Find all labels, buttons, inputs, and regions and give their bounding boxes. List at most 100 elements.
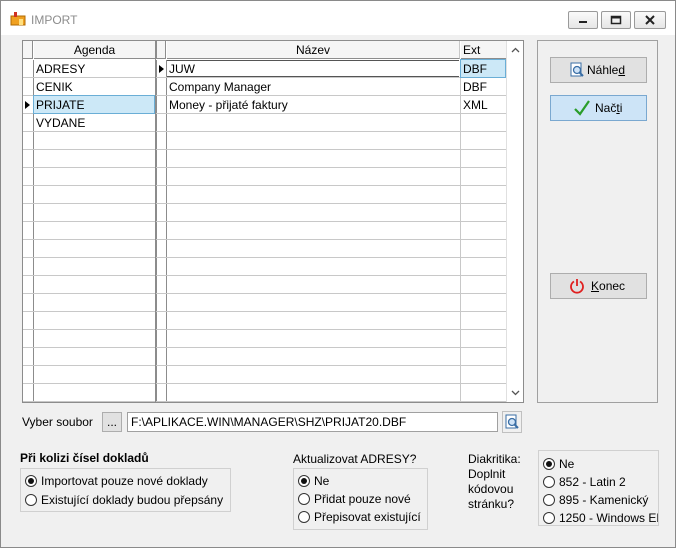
radio-dot[interactable] <box>298 493 310 505</box>
update-addresses-option-label: Ne <box>314 474 330 488</box>
radio-dot[interactable] <box>543 512 555 524</box>
diacritics-options: Ne 852 - Latin 2 895 - Kamenický 1250 - Win… <box>538 450 659 526</box>
radio-dot[interactable] <box>543 494 555 506</box>
maximize-button[interactable] <box>601 11 631 29</box>
load-label-rest: i <box>619 101 623 115</box>
row-divider <box>156 311 506 312</box>
agenda-row[interactable]: PRIJATE <box>33 95 155 114</box>
collision-options: Importovat pouze nové doklady Existující … <box>20 468 231 512</box>
agenda-row[interactable]: ADRESY <box>34 60 154 77</box>
update-addresses-options: Ne Přidat pouze nové Přepisovat existující <box>293 468 428 530</box>
file-preview-button[interactable] <box>502 411 522 433</box>
format-name-cell: JUW <box>167 60 459 77</box>
diacritics-label-line: Doplnit <box>468 467 506 481</box>
scroll-down-icon[interactable] <box>510 387 521 398</box>
maximize-icon <box>610 15 622 25</box>
action-panel: Náhled Načti Konec <box>537 40 658 403</box>
diacritics-label-line: stránku? <box>468 497 515 511</box>
format-grid[interactable]: Název Ext JUW DBF Company Manager DBF Money … <box>156 40 524 403</box>
end-label: onec <box>599 279 626 293</box>
grid-separator <box>156 60 157 402</box>
collision-option-label: Existující doklady budou přepsány <box>41 493 224 507</box>
preview-hotkey: d <box>618 63 626 77</box>
format-name-cell: Company Manager <box>169 80 272 94</box>
format-row[interactable]: Company Manager DBF <box>167 78 506 95</box>
update-addresses-option-label: Přidat pouze nové <box>314 492 411 506</box>
file-label: Vyber soubor <box>22 415 93 429</box>
preview-label: Náhle <box>587 63 619 77</box>
radio-dot[interactable] <box>25 475 37 487</box>
row-divider <box>23 383 155 384</box>
scroll-up-icon[interactable] <box>510 45 521 56</box>
format-ext-cell: DBF <box>460 59 506 78</box>
collision-option-label: Importovat pouze nové doklady <box>41 474 208 488</box>
load-label: Nač <box>595 101 617 115</box>
agenda-rows: ADRESY CENIK PRIJATE VYDANE <box>23 60 155 402</box>
radio-dot[interactable] <box>25 494 37 506</box>
format-ext-cell: DBF <box>463 80 487 94</box>
format-ext-cell: XML <box>463 98 488 112</box>
preview-icon <box>570 62 584 77</box>
row-divider <box>156 167 506 168</box>
format-name-cell: Money - přijaté faktury <box>169 98 288 112</box>
format-grid-scrollbar[interactable] <box>506 41 523 402</box>
window-title: IMPORT <box>31 13 78 27</box>
row-divider <box>156 365 506 366</box>
row-divider <box>23 401 155 402</box>
minimize-icon <box>579 21 587 23</box>
end-hotkey: K <box>591 279 600 293</box>
row-divider <box>23 239 155 240</box>
agenda-row[interactable]: VYDANE <box>34 114 154 131</box>
title-bar: IMPORT <box>1 1 675 35</box>
row-divider <box>23 275 155 276</box>
agenda-indicator-header <box>23 41 33 59</box>
row-divider <box>156 131 506 132</box>
update-addresses-title: Aktualizovat ADRESY? <box>293 452 417 466</box>
radio-dot[interactable] <box>543 476 555 488</box>
check-icon <box>574 100 590 116</box>
row-divider <box>23 167 155 168</box>
row-divider <box>156 347 506 348</box>
agenda-grid[interactable]: Agenda ADRESY CENIK PRIJATE VYDANE <box>22 40 156 403</box>
format-row[interactable]: JUW DBF <box>167 59 506 78</box>
row-divider <box>23 329 155 330</box>
diacritics-label-line: kódovou <box>468 482 514 496</box>
row-divider <box>23 293 155 294</box>
row-divider <box>23 257 155 258</box>
load-button[interactable]: Načti <box>550 95 647 121</box>
preview-button[interactable]: Náhled <box>550 57 647 83</box>
radio-dot[interactable] <box>298 511 310 523</box>
row-divider <box>156 401 506 402</box>
diacritics-label-line: Diakritika: <box>468 452 521 466</box>
row-divider <box>156 203 506 204</box>
row-divider <box>156 185 506 186</box>
row-divider <box>156 149 506 150</box>
agenda-row[interactable]: CENIK <box>34 78 154 95</box>
row-divider <box>156 329 506 330</box>
close-button[interactable] <box>634 11 666 29</box>
row-divider <box>156 257 506 258</box>
file-path-input[interactable]: F:\APLIKACE.WIN\MANAGER\SHZ\PRIJAT20.DBF <box>127 412 498 432</box>
format-indicator-header <box>156 41 166 59</box>
current-row-indicator <box>159 65 164 73</box>
row-divider <box>156 293 506 294</box>
browse-button[interactable]: ... <box>102 412 122 432</box>
diacritics-option-label: 895 - Kamenický <box>559 493 649 507</box>
row-divider <box>156 383 506 384</box>
diacritics-label: Diakritika: Doplnit kódovou stránku? <box>468 452 521 512</box>
diacritics-option-label: Ne <box>559 457 575 471</box>
end-button[interactable]: Konec <box>550 273 647 299</box>
format-row[interactable]: Money - přijaté faktury XML <box>167 96 506 113</box>
power-icon <box>570 279 584 294</box>
minimize-button[interactable] <box>568 11 598 29</box>
diacritics-option-label: 1250 - Windows EE <box>559 511 659 525</box>
import-window: IMPORT Agenda ADRESY CENIK PRIJATE VYDANE N… <box>0 0 676 548</box>
row-divider <box>23 347 155 348</box>
ext-column-header: Ext <box>461 41 507 59</box>
row-divider <box>23 131 155 132</box>
row-divider <box>23 221 155 222</box>
radio-dot[interactable] <box>298 475 310 487</box>
row-divider <box>156 239 506 240</box>
row-divider <box>23 311 155 312</box>
radio-dot[interactable] <box>543 458 555 470</box>
